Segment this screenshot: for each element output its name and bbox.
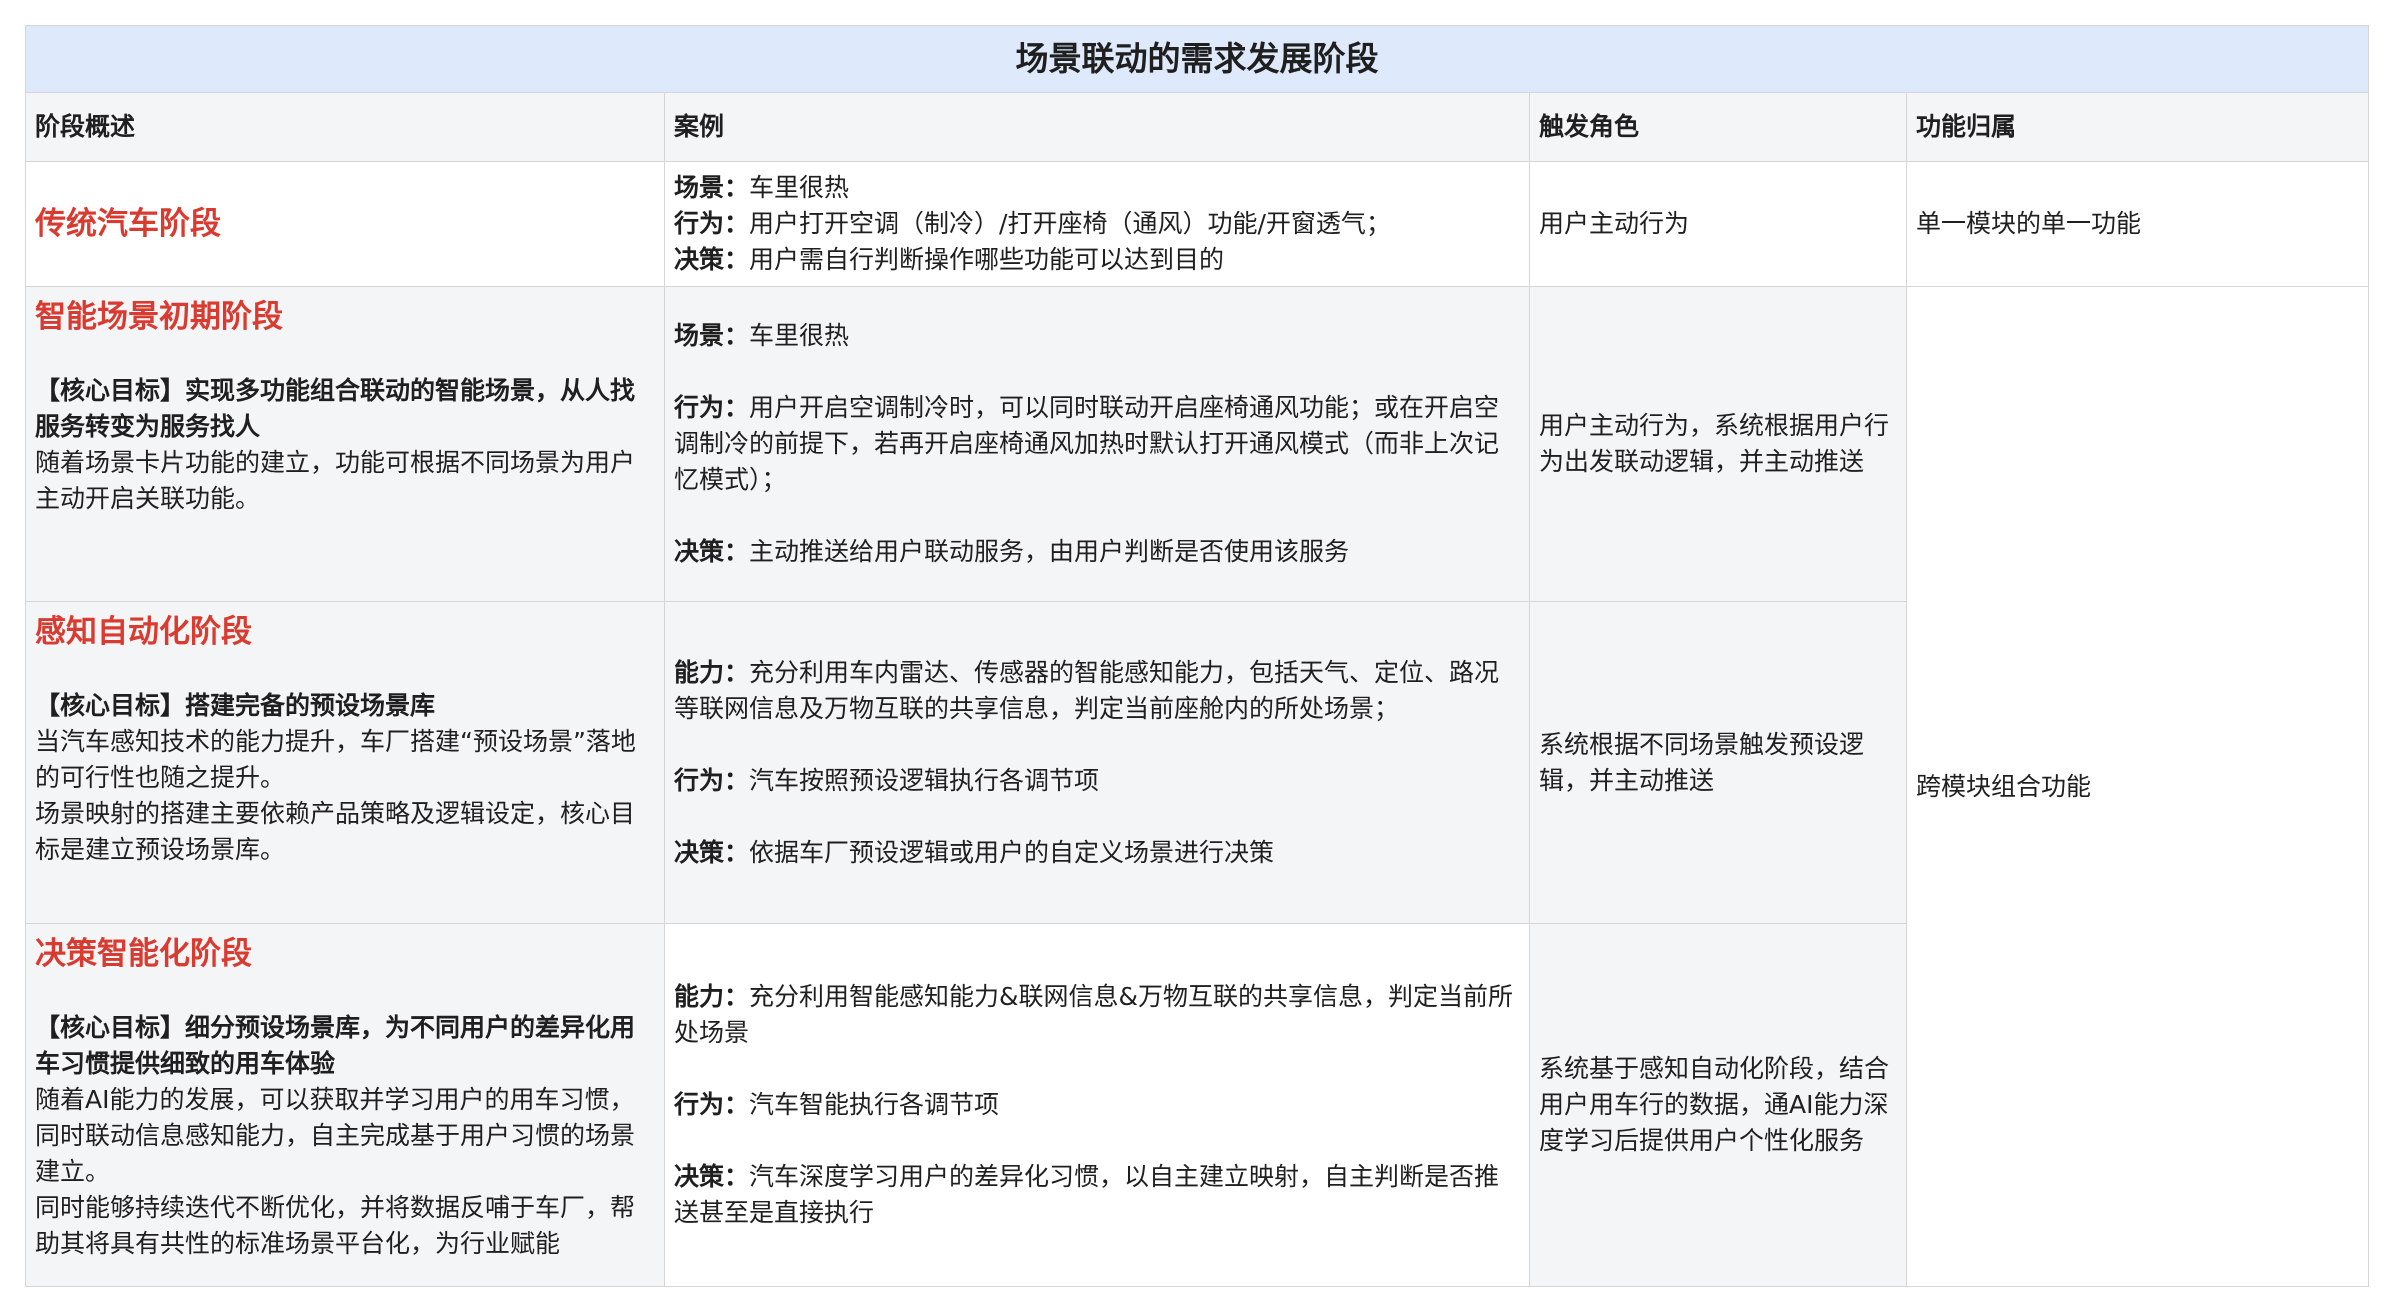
case-line: 决策：依据车厂预设逻辑或用户的自定义场景进行决策 <box>674 837 1275 867</box>
table-row-4-stage: 决策智能化阶段 【核心目标】细分预设场景库，为不同用户的差异化用车习惯提供细致的… <box>26 924 665 1286</box>
stage-title: 传统汽车阶段 <box>35 206 221 242</box>
header-case: 案例 <box>665 93 1530 162</box>
stage-description: 随着场景卡片功能的建立，功能可根据不同场景为用户主动开启关联功能。 <box>35 448 636 513</box>
table-row-1-case: 场景：车里很热 行为：用户打开空调（制冷）/打开座椅（通风）功能/开窗透气； 决… <box>665 162 1530 287</box>
case-line: 决策：汽车深度学习用户的差异化习惯，以自主建立映射，自主判断是否推送甚至是直接执… <box>674 1162 1500 1227</box>
core-goal: 【核心目标】搭建完备的预设场景库 <box>35 691 436 720</box>
table-title: 场景联动的需求发展阶段 <box>26 26 2368 93</box>
case-line: 行为：用户开启空调制冷时，可以同时联动开启座椅通风功能；或在开启空调制冷的前提下… <box>674 393 1500 494</box>
stage-table: 场景联动的需求发展阶段 阶段概述 案例 触发角色 功能归属 传统汽车阶段 场景：… <box>25 25 2369 1287</box>
table-row-2-case: 场景：车里很热 行为：用户开启空调制冷时，可以同时联动开启座椅通风功能；或在开启… <box>665 287 1530 602</box>
stage-description: 场景映射的搭建主要依赖产品策略及逻辑设定，核心目标是建立预设场景库。 <box>35 799 636 864</box>
stage-description: 当汽车感知技术的能力提升，车厂搭建“预设场景”落地的可行性也随之提升。 <box>35 727 636 792</box>
stage-title: 智能场景初期阶段 <box>35 299 283 335</box>
stage-title: 决策智能化阶段 <box>35 936 252 972</box>
header-function-belong: 功能归属 <box>1907 93 2368 162</box>
table-row-3-stage: 感知自动化阶段 【核心目标】搭建完备的预设场景库 当汽车感知技术的能力提升，车厂… <box>26 602 665 924</box>
stage-description: 同时能够持续迭代不断优化，并将数据反哺于车厂，帮助其将具有共性的标准场景平台化，… <box>35 1193 636 1258</box>
table-row-3-case: 能力：充分利用车内雷达、传感器的智能感知能力，包括天气、定位、路况等联网信息及万… <box>665 602 1530 924</box>
table-row-2-role: 用户主动行为，系统根据用户行为出发联动逻辑，并主动推送 <box>1530 287 1907 602</box>
header-trigger-role: 触发角色 <box>1530 93 1907 162</box>
table-row-3-role: 系统根据不同场景触发预设逻辑，并主动推送 <box>1530 602 1907 924</box>
table-merged-belong: 跨模块组合功能 <box>1907 287 2368 1286</box>
table-row-4-case: 能力：充分利用智能感知能力&联网信息&万物互联的共享信息，判定当前所处场景 行为… <box>665 924 1530 1286</box>
case-line: 场景：车里很热 <box>674 173 850 202</box>
case-line: 能力：充分利用智能感知能力&联网信息&万物互联的共享信息，判定当前所处场景 <box>674 982 1514 1047</box>
table-row-1-belong: 单一模块的单一功能 <box>1907 162 2368 287</box>
core-goal: 【核心目标】细分预设场景库，为不同用户的差异化用车习惯提供细致的用车体验 <box>35 1013 636 1078</box>
case-line: 能力：充分利用车内雷达、传感器的智能感知能力，包括天气、定位、路况等联网信息及万… <box>674 657 1500 723</box>
table-row-1-role: 用户主动行为 <box>1530 162 1907 287</box>
table-row-1-stage: 传统汽车阶段 <box>26 162 665 287</box>
stage-description: 随着AI能力的发展，可以获取并学习用户的用车习惯，同时联动信息感知能力，自主完成… <box>35 1085 636 1186</box>
case-line: 行为：汽车按照预设逻辑执行各调节项 <box>674 765 1100 795</box>
stage-title: 感知自动化阶段 <box>35 614 252 650</box>
case-line: 决策：用户需自行判断操作哪些功能可以达到目的 <box>674 245 1225 274</box>
table-row-4-role: 系统基于感知自动化阶段，结合用户用车行的数据，通AI能力深度学习后提供用户个性化… <box>1530 924 1907 1286</box>
case-line: 行为：用户打开空调（制冷）/打开座椅（通风）功能/开窗透气； <box>674 209 1391 238</box>
header-stage-overview: 阶段概述 <box>26 93 665 162</box>
core-goal: 【核心目标】实现多功能组合联动的智能场景，从人找服务转变为服务找人 <box>35 376 636 441</box>
table-row-2-stage: 智能场景初期阶段 【核心目标】实现多功能组合联动的智能场景，从人找服务转变为服务… <box>26 287 665 602</box>
case-line: 决策：主动推送给用户联动服务，由用户判断是否使用该服务 <box>674 537 1350 566</box>
case-line: 场景：车里很热 <box>674 321 850 350</box>
case-line: 行为：汽车智能执行各调节项 <box>674 1090 1000 1119</box>
